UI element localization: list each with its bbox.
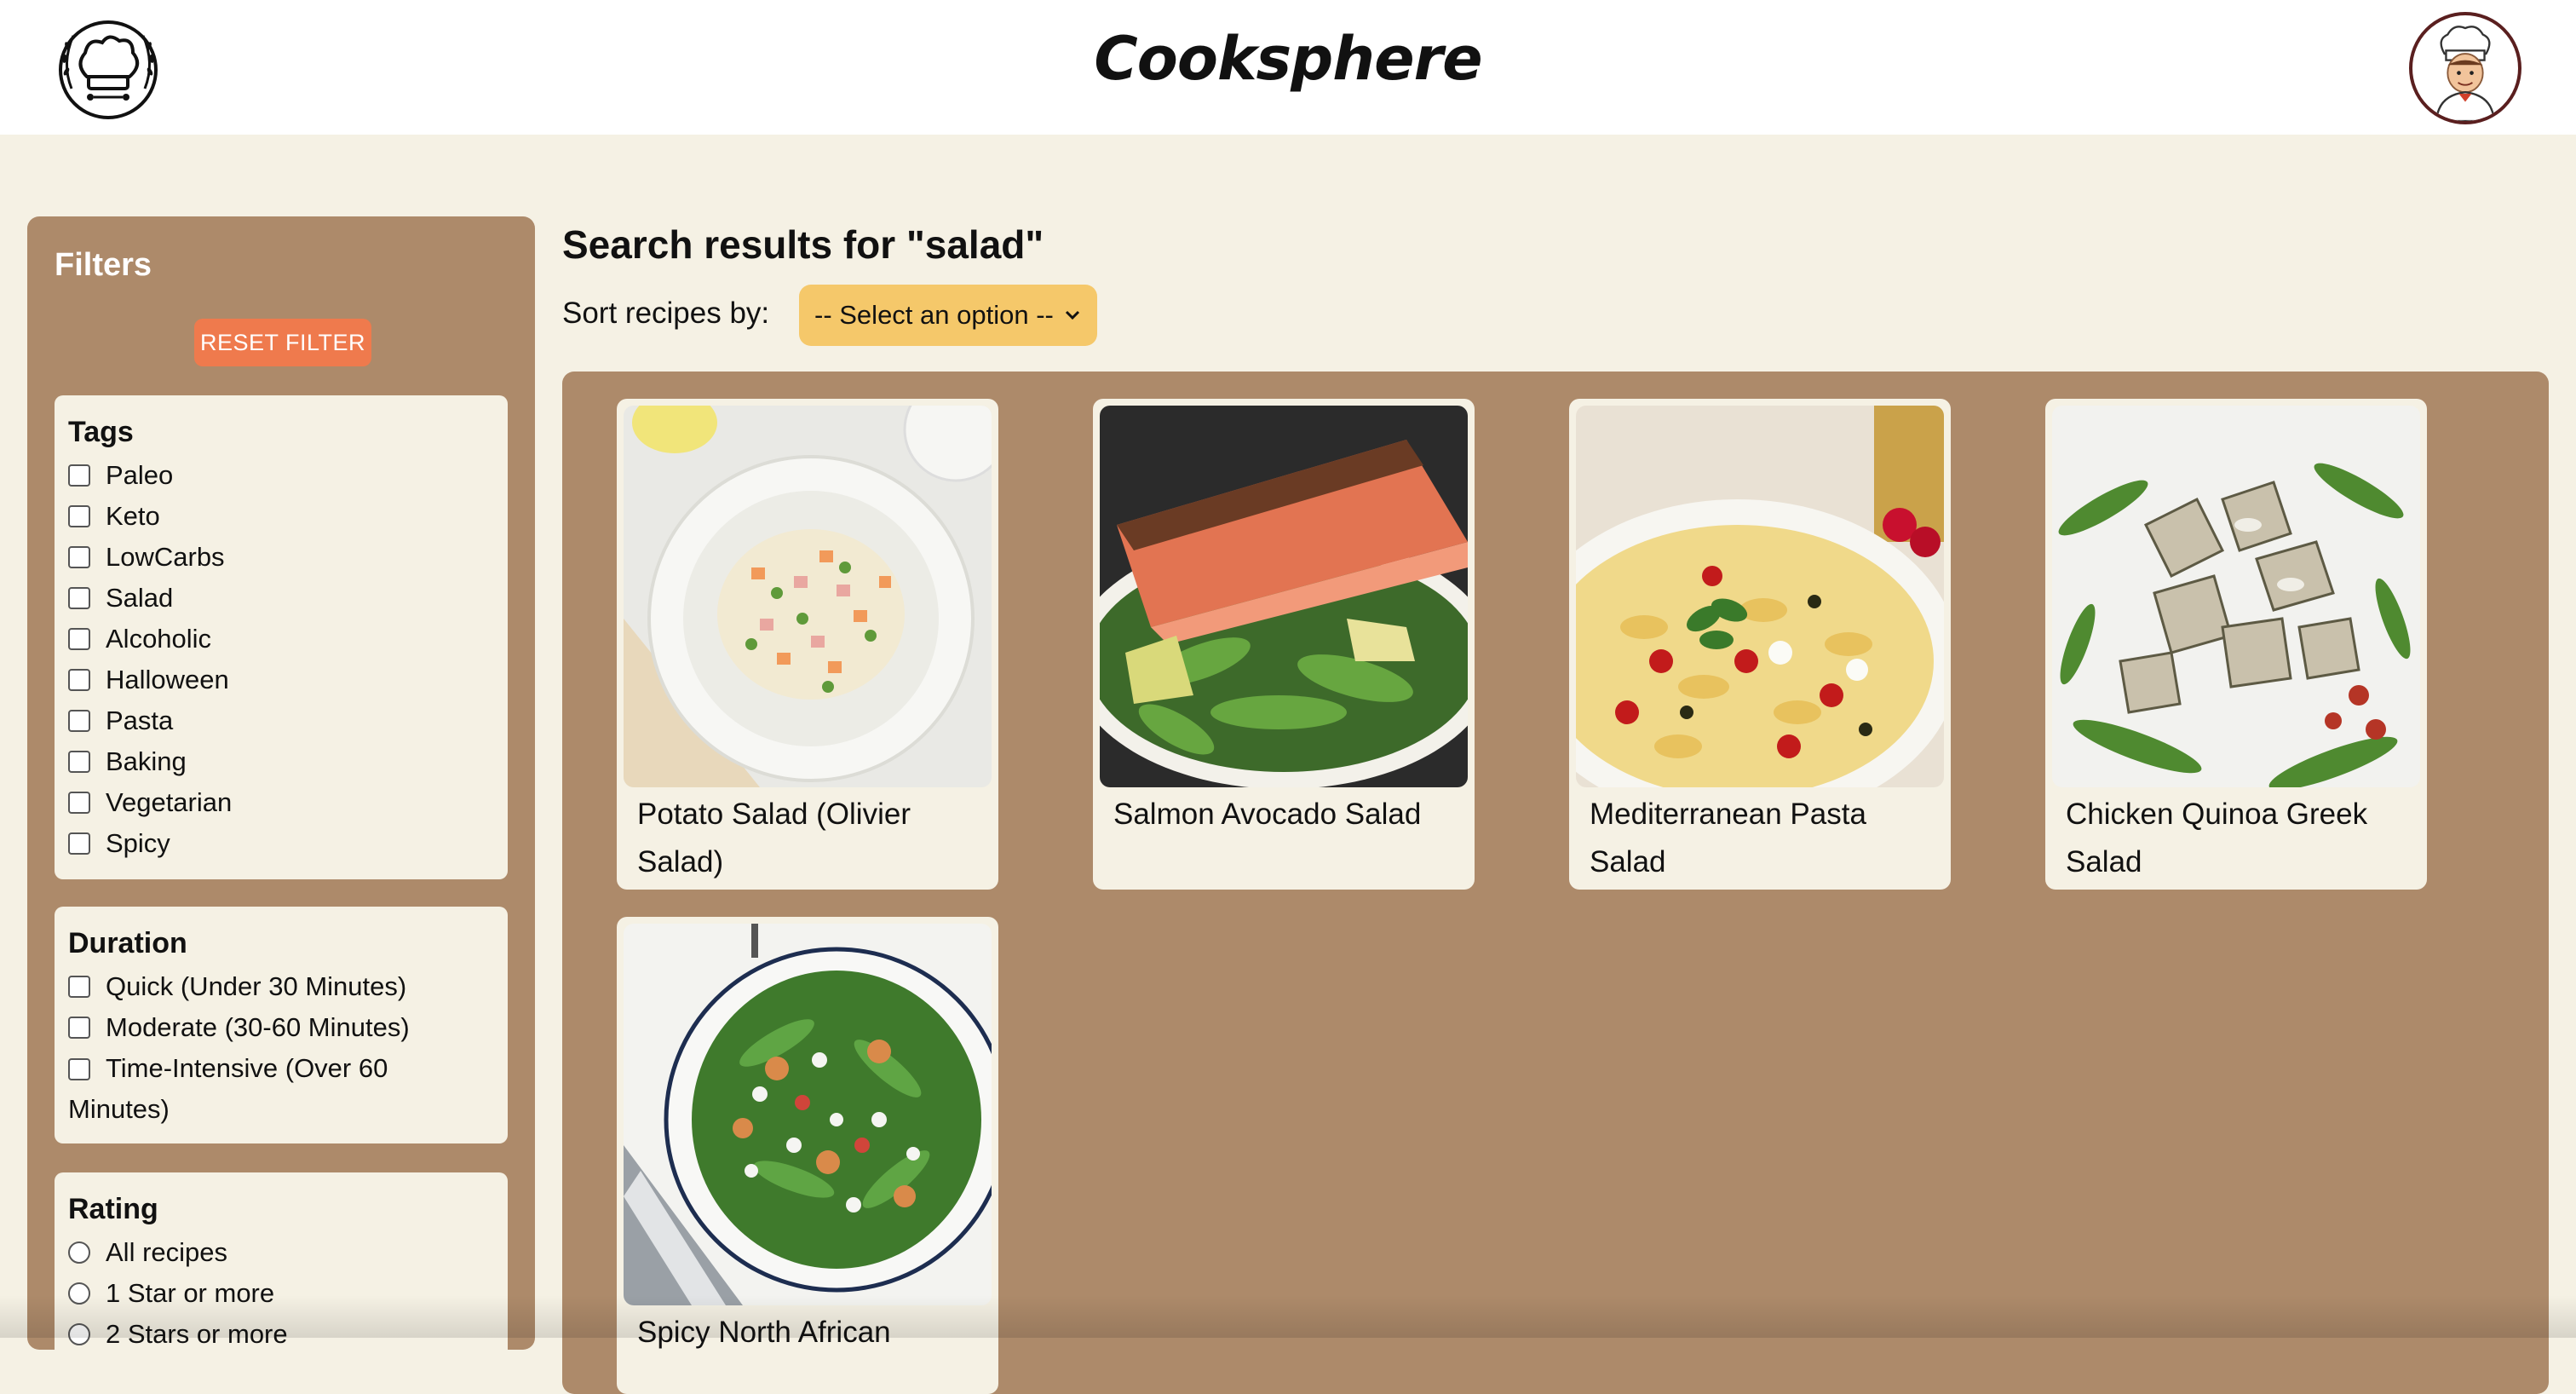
tag-option-halloween[interactable]: Halloween xyxy=(68,660,494,700)
radio-button[interactable] xyxy=(68,1323,90,1345)
recipe-card[interactable]: Mediterranean Pasta Salad xyxy=(1569,399,1951,890)
recipe-title[interactable]: Mediterranean Pasta Salad xyxy=(1576,787,1944,891)
sort-label: Sort recipes by: xyxy=(562,297,770,330)
checkbox[interactable] xyxy=(68,1058,90,1080)
checkbox[interactable] xyxy=(68,976,90,998)
rating-heading: Rating xyxy=(68,1193,158,1225)
recipe-title[interactable]: Chicken Quinoa Greek Salad xyxy=(2052,787,2420,891)
search-results-title: Search results for "salad" xyxy=(562,222,1044,267)
checkbox[interactable] xyxy=(68,751,90,773)
checkbox[interactable] xyxy=(68,505,90,527)
tag-option-baking[interactable]: Baking xyxy=(68,741,494,782)
recipe-image-salmon-avocado-salad[interactable] xyxy=(1100,406,1468,787)
recipe-card[interactable]: Spicy North African xyxy=(617,917,998,1394)
sort-select[interactable]: -- Select an option -- xyxy=(799,285,1097,346)
checkbox[interactable] xyxy=(68,792,90,814)
brand-title: Cooksphere xyxy=(1094,24,1482,94)
tag-option-keto[interactable]: Keto xyxy=(68,496,494,537)
checkbox[interactable] xyxy=(68,1017,90,1039)
tag-option-paleo[interactable]: Paleo xyxy=(68,455,494,496)
rating-option-all[interactable]: All recipes xyxy=(68,1232,494,1273)
duration-option-moderate[interactable]: Moderate (30-60 Minutes) xyxy=(68,1007,494,1048)
rating-option-1-star[interactable]: 1 Star or more xyxy=(68,1273,494,1314)
tag-option-salad[interactable]: Salad xyxy=(68,578,494,619)
duration-heading: Duration xyxy=(68,927,187,959)
checkbox[interactable] xyxy=(68,464,90,487)
recipe-image-spicy-north-african[interactable] xyxy=(624,924,992,1305)
sort-selected-value: -- Select an option -- xyxy=(814,300,1054,330)
duration-filter-group: Duration Quick (Under 30 Minutes) Modera… xyxy=(55,907,508,1143)
checkbox[interactable] xyxy=(68,587,90,609)
filters-title: Filters xyxy=(55,247,152,283)
recipe-title[interactable]: Spicy North African xyxy=(624,1305,992,1362)
reset-filter-button[interactable]: RESET FILTER xyxy=(194,319,371,366)
tags-heading: Tags xyxy=(68,416,134,448)
rating-filter-group: Rating All recipes 1 Star or more 2 Star… xyxy=(55,1172,508,1385)
recipe-image-chicken-quinoa-greek-salad[interactable] xyxy=(2052,406,2420,787)
tags-filter-group: Tags Paleo Keto LowCarbs Salad Alcoholic… xyxy=(55,395,508,879)
duration-option-quick[interactable]: Quick (Under 30 Minutes) xyxy=(68,966,494,1007)
checkbox[interactable] xyxy=(68,832,90,855)
chevron-down-icon xyxy=(1065,310,1080,320)
recipe-card[interactable]: Potato Salad (Olivier Salad) xyxy=(617,399,998,890)
recipe-card[interactable]: Chicken Quinoa Greek Salad xyxy=(2045,399,2427,890)
filters-sidebar: Filters RESET FILTER Tags Paleo Keto Low… xyxy=(27,216,535,1385)
recipe-image-mediterranean-pasta-salad[interactable] xyxy=(1576,406,1944,787)
recipe-card[interactable]: Salmon Avocado Salad xyxy=(1093,399,1475,890)
radio-button[interactable] xyxy=(68,1241,90,1264)
tag-option-pasta[interactable]: Pasta xyxy=(68,700,494,741)
checkbox[interactable] xyxy=(68,710,90,732)
chef-avatar-icon xyxy=(2435,26,2495,121)
duration-option-time-intensive[interactable]: Time-Intensive (Over 60 Minutes) xyxy=(68,1048,494,1130)
recipe-title[interactable]: Salmon Avocado Salad xyxy=(1100,787,1468,844)
tag-option-alcoholic[interactable]: Alcoholic xyxy=(68,619,494,660)
radio-button[interactable] xyxy=(68,1282,90,1305)
checkbox[interactable] xyxy=(68,669,90,691)
checkbox[interactable] xyxy=(68,628,90,650)
top-header: Cooksphere xyxy=(0,0,2576,135)
tag-option-vegetarian[interactable]: Vegetarian xyxy=(68,782,494,823)
user-avatar[interactable] xyxy=(2409,12,2521,124)
recipe-image-potato-salad[interactable] xyxy=(624,406,992,787)
tag-option-spicy[interactable]: Spicy xyxy=(68,823,494,864)
recipe-grid: Potato Salad (Olivier Salad) Salmon Avoc… xyxy=(562,372,2549,1394)
checkbox[interactable] xyxy=(68,546,90,568)
recipe-title[interactable]: Potato Salad (Olivier Salad) xyxy=(624,787,992,891)
tag-option-lowcarbs[interactable]: LowCarbs xyxy=(68,537,494,578)
rating-option-2-stars[interactable]: 2 Stars or more xyxy=(68,1314,494,1355)
